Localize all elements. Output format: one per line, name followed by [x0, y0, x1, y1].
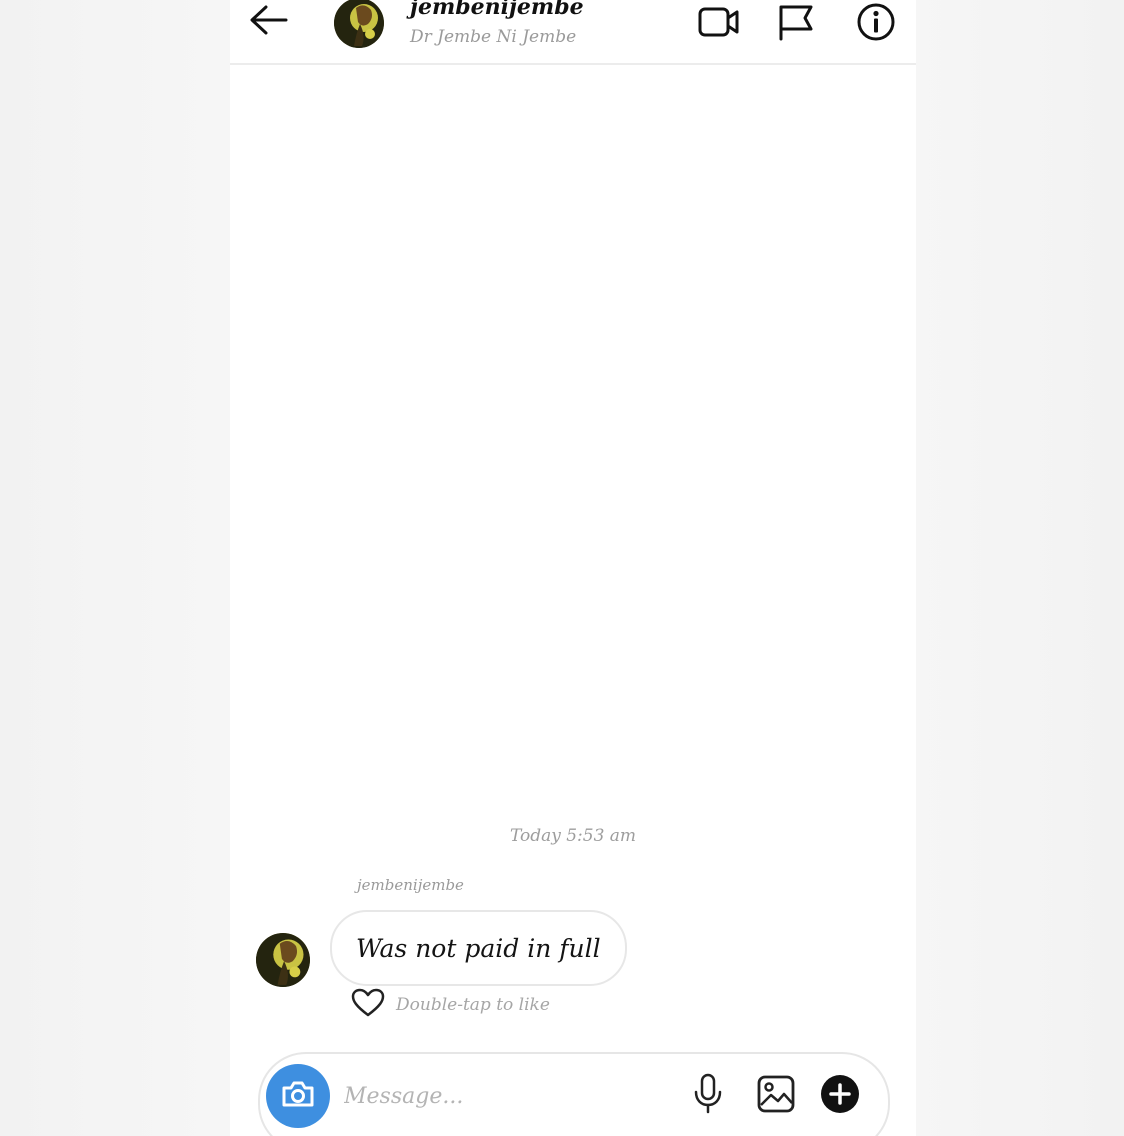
heart-icon — [351, 988, 385, 1022]
camera-button[interactable] — [266, 1064, 330, 1128]
voice-message-button[interactable] — [686, 1073, 730, 1119]
plus-icon — [820, 1074, 860, 1118]
double-tap-hint: Double-tap to like — [396, 995, 550, 1015]
microphone-icon — [693, 1073, 723, 1119]
back-button[interactable] — [246, 2, 292, 42]
gallery-icon — [757, 1075, 795, 1117]
message-composer — [258, 1052, 890, 1136]
dm-thread-screen: jembenijembe Dr Jembe Ni Jembe Today 5:5… — [230, 0, 916, 1136]
gallery-button[interactable] — [754, 1074, 798, 1118]
timestamp-text: Today 5:53 am — [509, 826, 637, 846]
back-arrow-icon — [248, 3, 290, 41]
chat-display-name: Dr Jembe Ni Jembe — [410, 27, 577, 47]
camera-icon — [280, 1079, 316, 1113]
message-sender-name: jembenijembe — [357, 876, 464, 894]
message-bubble[interactable]: Was not paid in full — [330, 910, 627, 986]
video-call-icon — [697, 4, 741, 44]
message-input[interactable] — [344, 1078, 664, 1114]
conversation-info-button[interactable] — [853, 2, 899, 46]
like-row: Double-tap to like — [350, 988, 550, 1022]
more-options-button[interactable] — [818, 1074, 862, 1118]
chat-username[interactable]: jembenijembe — [410, 0, 584, 20]
like-button[interactable] — [350, 988, 386, 1022]
info-icon — [856, 2, 896, 46]
sender-avatar[interactable] — [256, 933, 310, 987]
report-button[interactable] — [773, 2, 819, 46]
avatar[interactable] — [334, 0, 384, 48]
chat-header: jembenijembe Dr Jembe Ni Jembe — [230, 0, 916, 65]
video-call-button[interactable] — [696, 2, 742, 46]
screenshot-backdrop: jembenijembe Dr Jembe Ni Jembe Today 5:5… — [0, 0, 1124, 1136]
thread-timestamp: Today 5:53 am — [230, 826, 916, 846]
flag-icon — [776, 3, 816, 45]
